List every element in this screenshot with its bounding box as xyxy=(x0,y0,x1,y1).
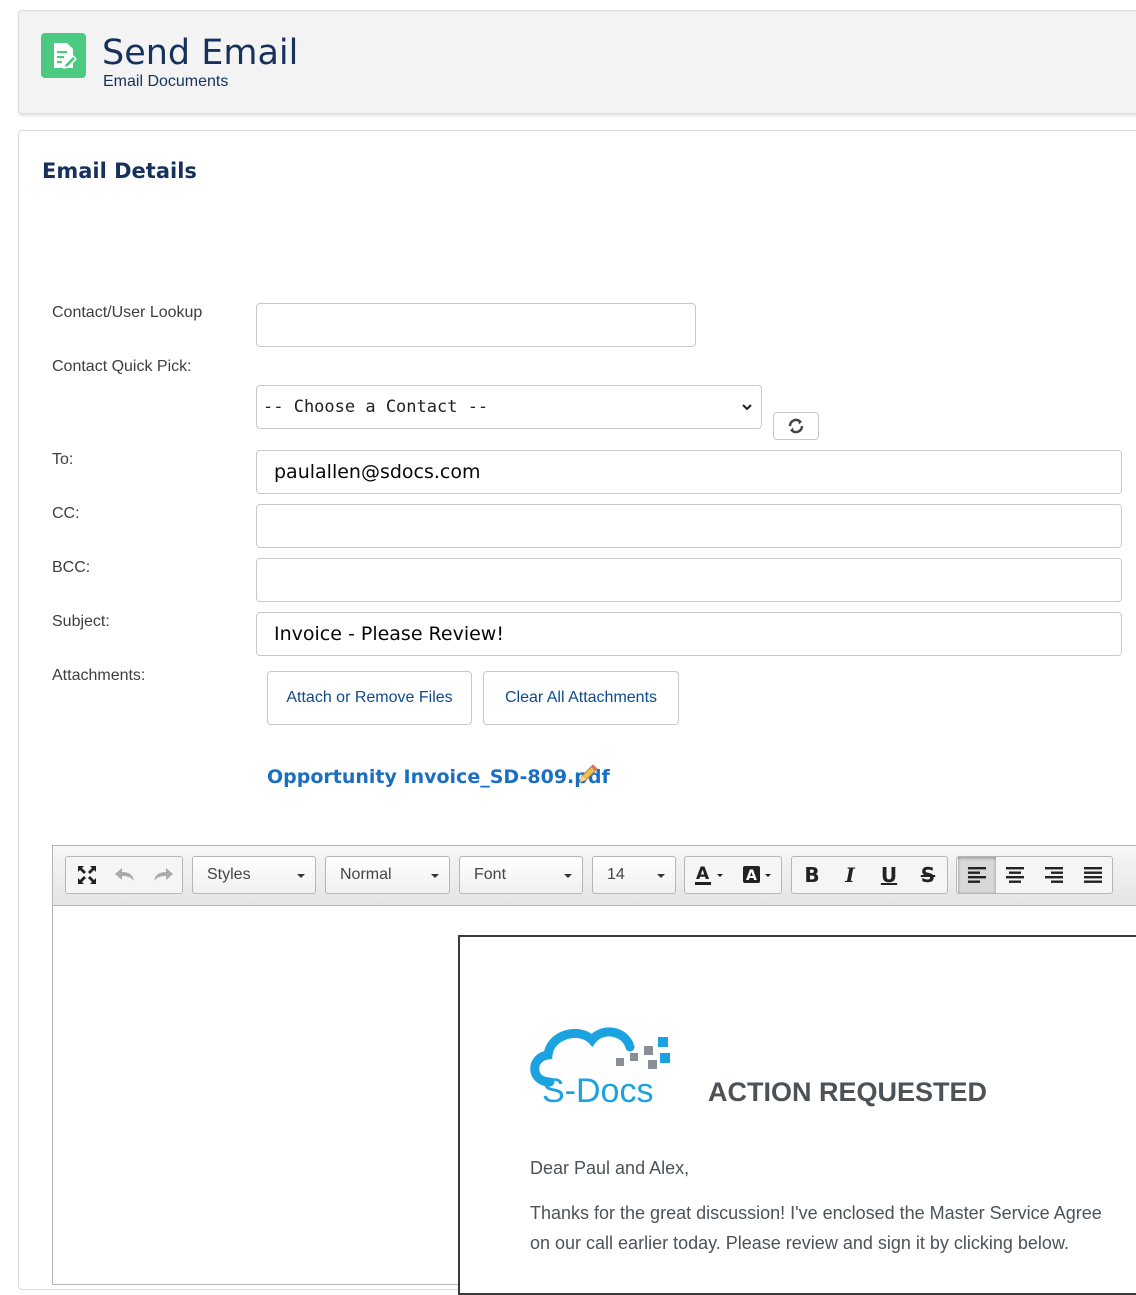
alignment-toolbar-group xyxy=(956,856,1113,894)
undo-icon[interactable] xyxy=(106,857,144,893)
dropdown-arrow-icon xyxy=(657,874,665,878)
strikethrough-icon: S xyxy=(920,863,936,887)
contact-lookup-input[interactable] xyxy=(256,303,696,347)
action-heading: ACTION REQUESTED xyxy=(708,1077,988,1107)
bold-button[interactable]: B xyxy=(793,857,831,893)
cc-input[interactable] xyxy=(256,504,1122,548)
document-edit-icon xyxy=(41,33,86,78)
email-greeting: Dear Paul and Alex, xyxy=(530,1158,690,1178)
font-size-dropdown[interactable]: 14 xyxy=(592,856,676,894)
page-header: Send Email Email Documents xyxy=(18,10,1136,114)
page-subtitle: Email Documents xyxy=(103,73,229,90)
chevron-down-icon xyxy=(742,404,752,411)
font-dropdown[interactable]: Font xyxy=(459,856,583,894)
redo-icon[interactable] xyxy=(144,857,182,893)
styles-dropdown-label: Styles xyxy=(207,866,251,883)
attach-files-button[interactable]: Attach or Remove Files xyxy=(267,671,472,725)
subject-input[interactable]: Invoice - Please Review! xyxy=(256,612,1122,656)
align-right-icon[interactable] xyxy=(1035,857,1073,893)
to-label: To: xyxy=(52,451,74,468)
italic-button[interactable]: I xyxy=(831,857,869,893)
dropdown-arrow-icon xyxy=(297,874,305,878)
page-title: Send Email xyxy=(102,33,299,73)
format-dropdown-label: Normal xyxy=(340,866,392,883)
dropdown-arrow-icon xyxy=(564,874,572,878)
pencil-icon[interactable] xyxy=(576,762,600,791)
refresh-icon xyxy=(788,418,804,434)
email-body-editor[interactable]: Styles Normal Font 14 A A B I U S S-Docs… xyxy=(52,845,1136,1295)
color-toolbar-group: A A xyxy=(684,856,782,894)
underline-button[interactable]: U xyxy=(870,857,908,893)
align-center-icon[interactable] xyxy=(996,857,1034,893)
attachments-label: Attachments: xyxy=(52,667,146,684)
email-template-frame: S-Docs ACTION REQUESTED Dear Paul and Al… xyxy=(458,935,1136,1295)
editor-toolbar: Styles Normal Font 14 A A B I U S xyxy=(53,846,1136,906)
email-body-line: on our call earlier today. Please review… xyxy=(530,1233,1069,1253)
quick-pick-selected-value: -- Choose a Contact -- xyxy=(263,397,489,417)
lookup-label: Contact/User Lookup xyxy=(52,304,203,321)
font-size-label: 14 xyxy=(607,866,625,883)
dropdown-arrow-icon xyxy=(431,874,439,878)
bcc-input[interactable] xyxy=(256,558,1122,602)
attachment-file-link[interactable]: Opportunity Invoice_SD-809.pdf xyxy=(267,766,610,788)
logo-text: S-Docs xyxy=(542,1072,653,1107)
bcc-label: BCC: xyxy=(52,559,91,576)
strikethrough-button[interactable]: S xyxy=(909,857,947,893)
format-dropdown[interactable]: Normal xyxy=(325,856,450,894)
history-toolbar-group xyxy=(65,856,183,894)
clear-attachments-button[interactable]: Clear All Attachments xyxy=(483,671,679,725)
maximize-icon[interactable] xyxy=(68,857,106,893)
cc-label: CC: xyxy=(52,505,80,522)
styles-dropdown[interactable]: Styles xyxy=(192,856,316,894)
refresh-contacts-button[interactable] xyxy=(773,412,819,440)
email-body-line: Thanks for the great discussion! I've en… xyxy=(530,1203,1102,1223)
background-color-icon[interactable]: A xyxy=(735,857,781,893)
bold-icon: B xyxy=(804,863,820,887)
align-justify-icon[interactable] xyxy=(1074,857,1112,893)
to-input[interactable]: paulallen@sdocs.com xyxy=(256,450,1122,494)
text-color-icon[interactable]: A xyxy=(687,857,733,893)
font-dropdown-label: Font xyxy=(474,866,507,883)
sdocs-logo: S-Docs xyxy=(530,1022,680,1112)
align-left-icon[interactable] xyxy=(958,857,996,893)
section-title: Email Details xyxy=(42,159,197,183)
svg-text:A: A xyxy=(746,868,757,884)
contact-quick-pick-select[interactable]: -- Choose a Contact -- xyxy=(256,385,762,429)
svg-text:A: A xyxy=(696,864,710,884)
basic-styles-toolbar-group: B I U S xyxy=(791,856,948,894)
quick-pick-label: Contact Quick Pick: xyxy=(52,358,192,375)
subject-label: Subject: xyxy=(52,613,110,630)
underline-icon: U xyxy=(880,863,898,887)
italic-icon: I xyxy=(845,863,855,887)
